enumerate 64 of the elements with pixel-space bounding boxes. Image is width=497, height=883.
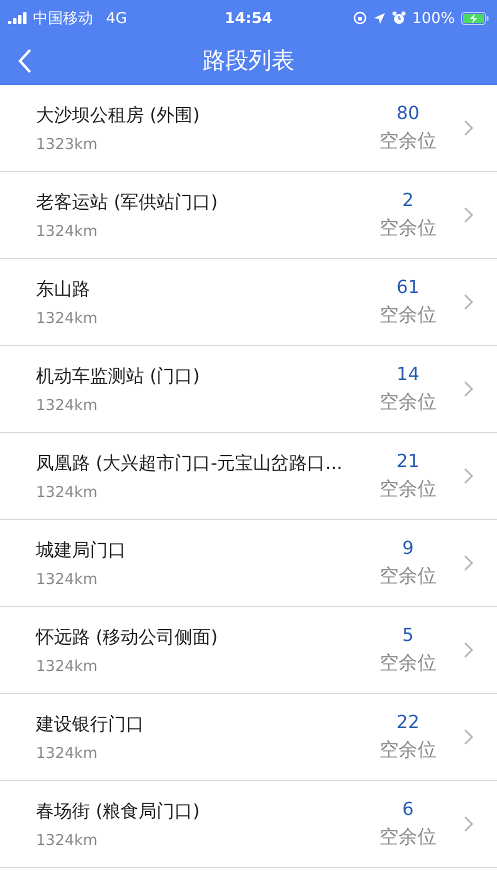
chevron-right-icon	[464, 294, 473, 310]
road-name: 机动车监测站 (门口)	[36, 365, 201, 388]
road-section-item[interactable]: 大沙坝公租房 (外围) 1323km 80 空余位	[0, 85, 497, 172]
free-space-count: 2	[402, 190, 414, 210]
battery-charging-icon	[460, 12, 489, 24]
road-name: 凤凰路 (大兴超市门口-元宝山岔路口...	[36, 452, 344, 475]
free-space-label: 空余位	[380, 128, 436, 154]
rotation-lock-icon	[353, 11, 368, 25]
distance-text: 1324km	[36, 831, 98, 849]
clock-time: 14:54	[224, 9, 272, 27]
road-name: 怀远路 (移动公司侧面)	[36, 626, 219, 649]
free-space-label: 空余位	[380, 476, 436, 502]
distance-text: 1324km	[36, 657, 98, 675]
network-type: 4G	[106, 9, 128, 27]
road-section-item[interactable]: 建设银行门口 1324km 22 空余位	[0, 694, 497, 781]
free-space-label: 空余位	[380, 216, 436, 240]
location-arrow-icon	[373, 12, 386, 24]
free-space-label: 空余位	[380, 824, 436, 850]
distance-text: 1324km	[36, 222, 98, 240]
chevron-right-icon	[464, 381, 473, 397]
chevron-right-icon	[464, 555, 473, 571]
carrier-name: 中国移动	[33, 8, 93, 28]
signal-icon	[8, 12, 28, 24]
free-space-count: 21	[396, 450, 420, 472]
road-section-item[interactable]: 春场街 (粮食局门口) 1324km 6 空余位	[0, 781, 497, 868]
distance-text: 1324km	[36, 483, 98, 501]
free-space-count: 5	[402, 624, 414, 646]
free-space-count: 14	[396, 364, 420, 384]
chevron-right-icon	[464, 816, 473, 832]
road-name: 东山路	[36, 278, 91, 301]
chevron-right-icon	[464, 207, 473, 223]
distance-text: 1324km	[36, 744, 98, 762]
distance-text: 1324km	[36, 570, 98, 588]
free-space-label: 空余位	[380, 650, 436, 676]
free-space-count: 9	[402, 538, 414, 558]
road-name: 城建局门口	[36, 539, 127, 562]
battery-percent: 100%	[412, 9, 455, 27]
free-space-count: 80	[396, 102, 420, 124]
free-space-label: 空余位	[380, 302, 436, 328]
free-space-label: 空余位	[380, 738, 436, 762]
free-space-count: 6	[402, 798, 414, 820]
alarm-clock-icon	[392, 11, 406, 25]
free-space-count: 22	[396, 712, 420, 732]
page-title: 路段列表	[202, 47, 294, 76]
road-section-item[interactable]: 凤凰路 (大兴超市门口-元宝山岔路口... 1324km 21 空余位	[0, 433, 497, 520]
chevron-right-icon	[464, 120, 473, 136]
road-name: 大沙坝公租房 (外围)	[36, 104, 201, 127]
distance-text: 1323km	[36, 135, 98, 153]
road-name: 建设银行门口	[36, 713, 145, 736]
road-section-item[interactable]: 怀远路 (移动公司侧面) 1324km 5 空余位	[0, 607, 497, 694]
chevron-right-icon	[464, 468, 473, 484]
chevron-right-icon	[464, 729, 473, 745]
road-section-item[interactable]: 机动车监测站 (门口) 1324km 14 空余位	[0, 346, 497, 433]
free-space-label: 空余位	[380, 390, 436, 414]
free-space-count: 61	[396, 276, 420, 298]
road-section-item[interactable]: 东山路 1324km 61 空余位	[0, 259, 497, 346]
road-section-item[interactable]: 城建局门口 1324km 9 空余位	[0, 520, 497, 607]
distance-text: 1324km	[36, 309, 98, 327]
distance-text: 1324km	[36, 396, 98, 414]
road-name: 老客运站 (军供站门口)	[36, 191, 219, 214]
road-name: 春场街 (粮食局门口)	[36, 800, 201, 823]
road-section-item[interactable]: 老客运站 (军供站门口) 1324km 2 空余位	[0, 172, 497, 259]
free-space-label: 空余位	[380, 564, 436, 588]
chevron-right-icon	[464, 642, 473, 658]
